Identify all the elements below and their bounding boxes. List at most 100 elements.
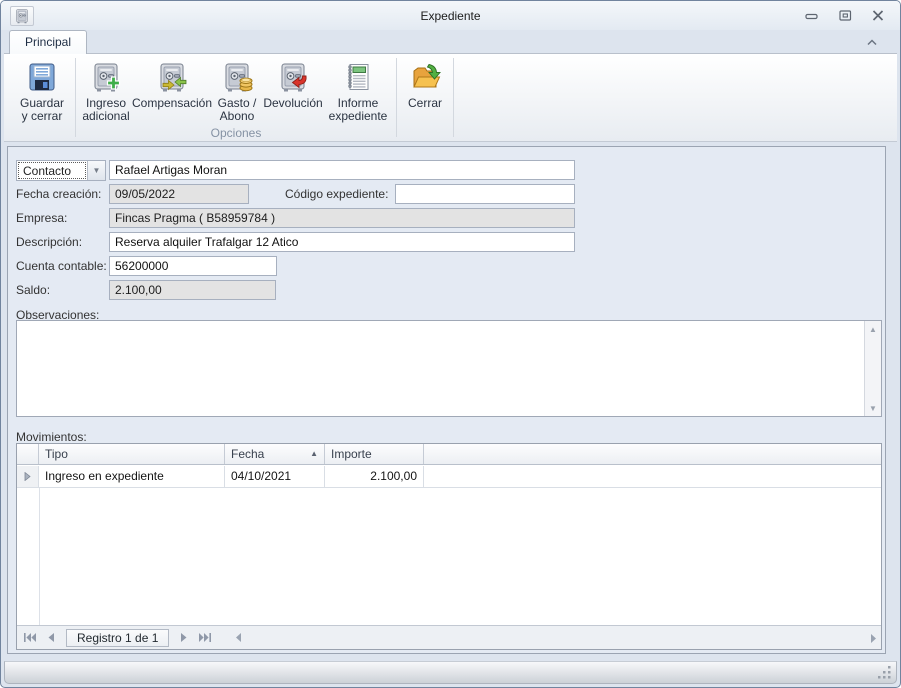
compensacion-button[interactable]: Compensación [131, 56, 213, 112]
button-label-line: Devolución [263, 96, 323, 110]
scroll-up-icon[interactable]: ▲ [865, 321, 881, 337]
ribbon-group-label-opciones: Opciones [210, 126, 262, 140]
safe-return-icon [277, 61, 307, 93]
ribbon-separator [75, 58, 76, 137]
contacto-selector-label: Contacto [18, 162, 86, 179]
ribbon-separator [396, 58, 397, 137]
record-count-label: Registro 1 de 1 [66, 628, 170, 647]
tab-principal[interactable]: Principal [9, 30, 88, 54]
ribbon-group-save: Guardar y cerrar [12, 56, 72, 141]
ribbon-tab-row: Principal [1, 30, 900, 54]
sort-asc-icon: ▲ [310, 449, 318, 458]
chevron-up-icon [867, 39, 877, 46]
last-record-button[interactable] [197, 632, 213, 644]
row-indicator-icon [24, 472, 31, 481]
descripcion-label: Descripción: [16, 235, 83, 249]
chevron-down-icon[interactable]: ▼ [87, 161, 105, 180]
scroll-right-icon [871, 633, 876, 643]
cerrar-button[interactable]: Cerrar [400, 56, 450, 112]
first-record-icon [24, 633, 36, 642]
ribbon-separator [453, 58, 454, 137]
descripcion-input[interactable] [109, 232, 575, 252]
observaciones-textarea[interactable]: ▲ ▼ [16, 320, 882, 417]
close-icon [872, 10, 884, 21]
saldo-input[interactable] [109, 280, 276, 300]
observaciones-vertical-scrollbar[interactable]: ▲ ▼ [864, 321, 881, 416]
grid-header-tipo[interactable]: Tipo [39, 444, 225, 464]
grid-header-indicator [17, 444, 39, 464]
devolucion-button[interactable]: Devolución [263, 56, 323, 112]
cell-tipo[interactable]: Ingreso en expediente [39, 466, 225, 487]
open-folder-arrow-icon [413, 63, 441, 88]
safe-swap-icon [156, 61, 187, 93]
grid-header-row: Tipo Fecha ▲ Importe [17, 444, 881, 465]
scroll-right-button[interactable] [870, 626, 877, 650]
previous-record-icon [48, 633, 54, 642]
ribbon-group-label [12, 126, 72, 141]
cuenta-contable-input[interactable] [109, 256, 277, 276]
row-indicator [17, 466, 39, 487]
contacto-input[interactable] [109, 160, 575, 180]
cell-importe[interactable]: 2.100,00 [325, 466, 424, 487]
status-bar [4, 661, 897, 684]
empresa-label: Empresa: [16, 211, 68, 225]
button-label-line: Cerrar [407, 96, 442, 110]
scroll-down-icon[interactable]: ▼ [865, 400, 881, 416]
grid-row[interactable]: Ingreso en expediente 04/10/2021 2.100,0… [17, 466, 881, 488]
codigo-expediente-label: Código expediente: [285, 187, 389, 201]
ribbon-group-close: Cerrar [400, 56, 450, 141]
last-record-icon [199, 633, 212, 642]
report-icon [348, 64, 369, 90]
grid-indicator-column-line [39, 488, 40, 625]
cell-filler [424, 466, 881, 487]
ribbon-collapse-button[interactable] [864, 36, 880, 48]
ingreso-adicional-button[interactable]: Ingreso adicional [79, 56, 133, 125]
ribbon: Guardar y cerrar Ingreso adicional Compe… [4, 53, 897, 142]
previous-record-button[interactable] [43, 632, 59, 644]
resize-grip-icon[interactable] [876, 664, 892, 680]
next-record-icon [181, 633, 187, 642]
save-icon [29, 63, 55, 91]
window-controls [804, 1, 886, 30]
button-label-line: Compensación [131, 96, 213, 110]
maximize-button[interactable] [837, 9, 853, 23]
cell-fecha[interactable]: 04/10/2021 [225, 466, 325, 487]
button-label-line: y cerrar [21, 109, 63, 123]
minimize-button[interactable] [804, 9, 820, 23]
guardar-y-cerrar-button[interactable]: Guardar y cerrar [12, 56, 72, 125]
empresa-input[interactable] [109, 208, 575, 228]
app-menu-button[interactable] [10, 6, 34, 26]
next-record-button[interactable] [176, 632, 192, 644]
safe-coins-icon [221, 61, 253, 93]
window: Expediente Principal Guardar y cerrar In… [0, 0, 901, 688]
minimize-icon [805, 13, 818, 19]
record-navigator: Registro 1 de 1 [17, 625, 881, 649]
safe-add-icon [90, 61, 121, 93]
grid-header-fecha[interactable]: Fecha ▲ [225, 444, 325, 464]
gasto-abono-button[interactable]: Gasto / Abono [211, 56, 263, 125]
expediente-form-panel: Contacto ▼ Fecha creación: Código expedi… [7, 146, 886, 654]
safe-icon [14, 8, 30, 24]
scroll-left-icon [235, 633, 241, 642]
contacto-type-selector[interactable]: Contacto ▼ [16, 160, 106, 181]
first-record-button[interactable] [22, 632, 38, 644]
grid-header-importe[interactable]: Importe [325, 444, 424, 464]
maximize-icon [838, 10, 851, 21]
ribbon-group-opciones: Ingreso adicional Compensación Gasto / A… [79, 56, 393, 141]
title-bar: Expediente [1, 1, 900, 30]
saldo-label: Saldo: [16, 283, 51, 297]
codigo-expediente-input[interactable] [395, 184, 575, 204]
cuenta-contable-label: Cuenta contable: [16, 259, 107, 273]
scroll-left-button[interactable] [230, 632, 246, 644]
close-button[interactable] [870, 9, 886, 23]
grid-header-filler [424, 444, 881, 464]
window-title: Expediente [420, 8, 481, 23]
fecha-creacion-label: Fecha creación: [16, 187, 102, 201]
button-label-line: Abono [219, 109, 255, 123]
informe-expediente-button[interactable]: Informe expediente [323, 56, 393, 125]
button-label-line: expediente [328, 109, 388, 123]
button-label-line: adicional [82, 109, 130, 123]
fecha-creacion-input[interactable] [109, 184, 249, 204]
movimientos-grid: Tipo Fecha ▲ Importe Ingreso en expedient… [16, 443, 882, 650]
ribbon-group-label [400, 126, 450, 141]
